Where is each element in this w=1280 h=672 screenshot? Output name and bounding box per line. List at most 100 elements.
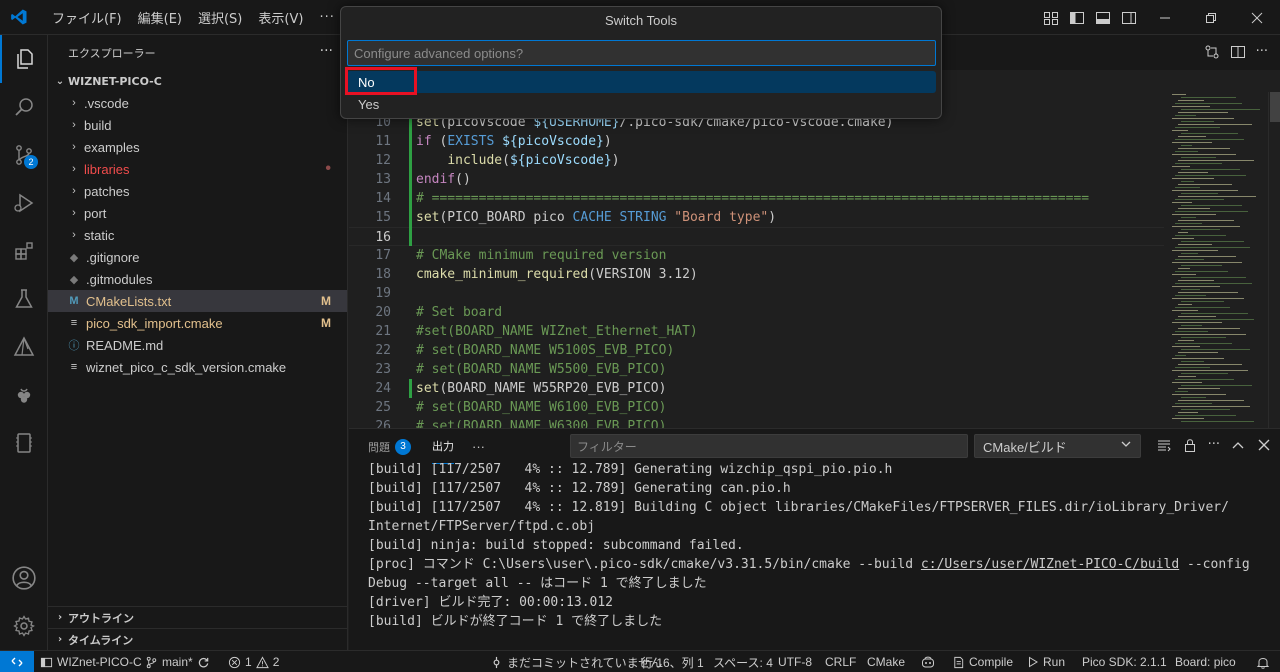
restore-button[interactable] [1188,0,1234,35]
cursor-position[interactable]: 行 16、列 1 [641,651,704,672]
output-channel-select[interactable]: CMake/ビルド [974,434,1141,458]
code-line[interactable]: 16 [349,227,1164,246]
timeline-section[interactable]: › タイムライン [48,628,348,650]
file-tree-item[interactable]: › static [48,224,347,246]
file-tree-item[interactable]: › patches [48,180,347,202]
board-selector[interactable]: Board: pico [1175,651,1236,672]
remote-indicator[interactable] [0,651,34,672]
notifications-bell-icon[interactable] [1256,651,1270,672]
code-line[interactable]: 14 # ====================================… [349,189,1164,208]
toggle-secondary-sidebar-icon[interactable] [1118,10,1140,26]
settings-gear-icon[interactable] [0,602,48,650]
toggle-sidebar-icon[interactable] [1066,10,1088,26]
compile-button[interactable]: Compile [952,651,1013,672]
accounts-icon[interactable] [0,554,48,602]
file-tree-item[interactable]: › .vscode [48,92,347,114]
minimize-button[interactable] [1142,0,1188,35]
code-line[interactable]: 21 #set(BOARD_NAME WIZnet_Ethernet_HAT) [349,322,1164,341]
explorer-icon[interactable] [0,35,48,83]
cmake-icon[interactable] [0,323,48,371]
output-filter-input[interactable]: フィルター [570,434,968,458]
file-tree-item[interactable]: › build [48,114,347,136]
code-line[interactable]: 18 cmake_minimum_required(VERSION 3.12) [349,265,1164,284]
language-mode[interactable]: CMake [867,651,905,672]
file-tree-item[interactable]: ◆ .gitignore [48,246,347,268]
gutter-change-marker[interactable] [409,113,412,246]
run-button[interactable]: Run [1027,651,1065,672]
pico-sdk-version[interactable]: Pico SDK: 2.1.1 [1082,651,1167,672]
menu-edit[interactable]: 編集(E) [130,8,190,27]
quick-pick-title: Switch Tools [604,13,677,28]
code-line[interactable]: 22 # set(BOARD_NAME W5100S_EVB_PICO) [349,341,1164,360]
file-tree-item[interactable]: › port [48,202,347,224]
file-tree-item[interactable]: ≡ pico_sdk_import.cmake M [48,312,347,334]
panel-more-actions-icon[interactable]: ··· [1208,437,1220,457]
code-line[interactable]: 24 set(BOARD_NAME W55RP20_EVB_PICO) [349,379,1164,398]
workspace-status[interactable]: WIZnet-PICO-C [40,651,142,672]
code-line[interactable]: 13 endif() [349,170,1164,189]
code-line[interactable]: 26 # set(BOARD_NAME W6300_EVB_PICO) [349,417,1164,428]
workspace-root[interactable]: ⌄ WIZNET-PICO-C [48,70,347,92]
file-tree-item[interactable]: › examples [48,136,347,158]
file-tree-item[interactable]: › libraries • [48,158,347,180]
code-line[interactable]: 23 # set(BOARD_NAME W5500_EVB_PICO) [349,360,1164,379]
search-icon[interactable] [0,83,48,131]
code-line[interactable]: 19 [349,284,1164,303]
branch-status[interactable]: main* [145,651,210,672]
split-editor-icon[interactable] [1230,44,1246,64]
tab-output[interactable]: 出力 [432,429,454,464]
code-line[interactable]: 15 set(PICO_BOARD pico CACHE STRING "Boar… [349,208,1164,227]
quick-pick-option-no[interactable]: No [347,71,936,93]
editor-more-button[interactable]: ··· [1256,44,1268,64]
file-tree-item[interactable]: ◆ .gitmodules [48,268,347,290]
file-tree-item[interactable]: M CMakeLists.txt M [48,290,347,312]
explorer-more-button[interactable]: ··· [320,43,333,59]
output-path-link[interactable]: c:/Users/user/WIZnet-PICO-C/build [921,557,1179,572]
file-tree-item[interactable]: ≡ wiznet_pico_c_sdk_version.cmake [48,356,347,378]
file-tree-item[interactable]: ⓘ README.md [48,334,347,356]
menu-selection[interactable]: 選択(S) [190,8,250,27]
sync-icon[interactable] [197,656,210,669]
editor-scrollbar[interactable] [1268,92,1280,428]
device-icon[interactable] [0,419,48,467]
customize-layout-icon[interactable] [1040,10,1062,26]
menu-file[interactable]: ファイル(F) [44,8,130,27]
code-editor[interactable]: 10 set(picoVscode ${USERHOME}/.pico-sdk/c… [349,92,1164,428]
output-line: [build] ninja: build stopped: subcommand… [368,538,744,553]
problems-status[interactable]: 1 2 [228,651,279,672]
extensions-icon[interactable] [0,227,48,275]
panel-more-button[interactable]: ··· [472,429,485,464]
indentation-status[interactable]: スペース: 4 [713,651,773,672]
minimap[interactable] [1164,92,1268,428]
source-control-icon[interactable]: 2 [0,131,48,179]
code-line[interactable]: 12 include(${picoVscode}) [349,151,1164,170]
scrollbar-thumb[interactable] [1270,92,1280,122]
quick-pick-input[interactable]: Configure advanced options? [347,40,936,66]
eol-status[interactable]: CRLF [825,651,856,672]
gutter-change-marker[interactable] [409,379,412,398]
file-tree-item-label: port [84,205,107,221]
outline-section[interactable]: › アウトライン [48,606,348,628]
lock-icon[interactable] [1182,437,1198,457]
code-line[interactable]: 20 # Set board [349,303,1164,322]
code-line[interactable]: 17 # CMake minimum required version [349,246,1164,265]
code-line[interactable]: 25 # set(BOARD_NAME W6100_EVB_PICO) [349,398,1164,417]
copilot-icon[interactable] [921,651,935,672]
close-window-button[interactable] [1234,0,1280,35]
code-line[interactable]: 11 if (EXISTS ${picoVscode}) [349,132,1164,151]
minimap-line [1181,205,1242,206]
menu-view[interactable]: 表示(V) [250,8,311,27]
toggle-panel-icon[interactable] [1092,10,1114,26]
quick-pick-option-yes[interactable]: Yes [347,93,936,115]
encoding-status[interactable]: UTF-8 [778,651,812,672]
commit-status[interactable]: まだコミットされていません [490,651,662,672]
word-wrap-list-icon[interactable] [1156,437,1172,457]
raspberry-pi-pico-icon[interactable] [0,371,48,419]
run-debug-icon[interactable] [0,179,48,227]
maximize-panel-icon[interactable] [1230,437,1246,457]
close-panel-icon[interactable] [1256,437,1272,457]
menu-more-button[interactable]: ··· [311,10,342,25]
testing-icon[interactable] [0,275,48,323]
tab-problems[interactable]: 問題 3 [368,429,411,464]
compare-changes-icon[interactable] [1204,44,1220,64]
